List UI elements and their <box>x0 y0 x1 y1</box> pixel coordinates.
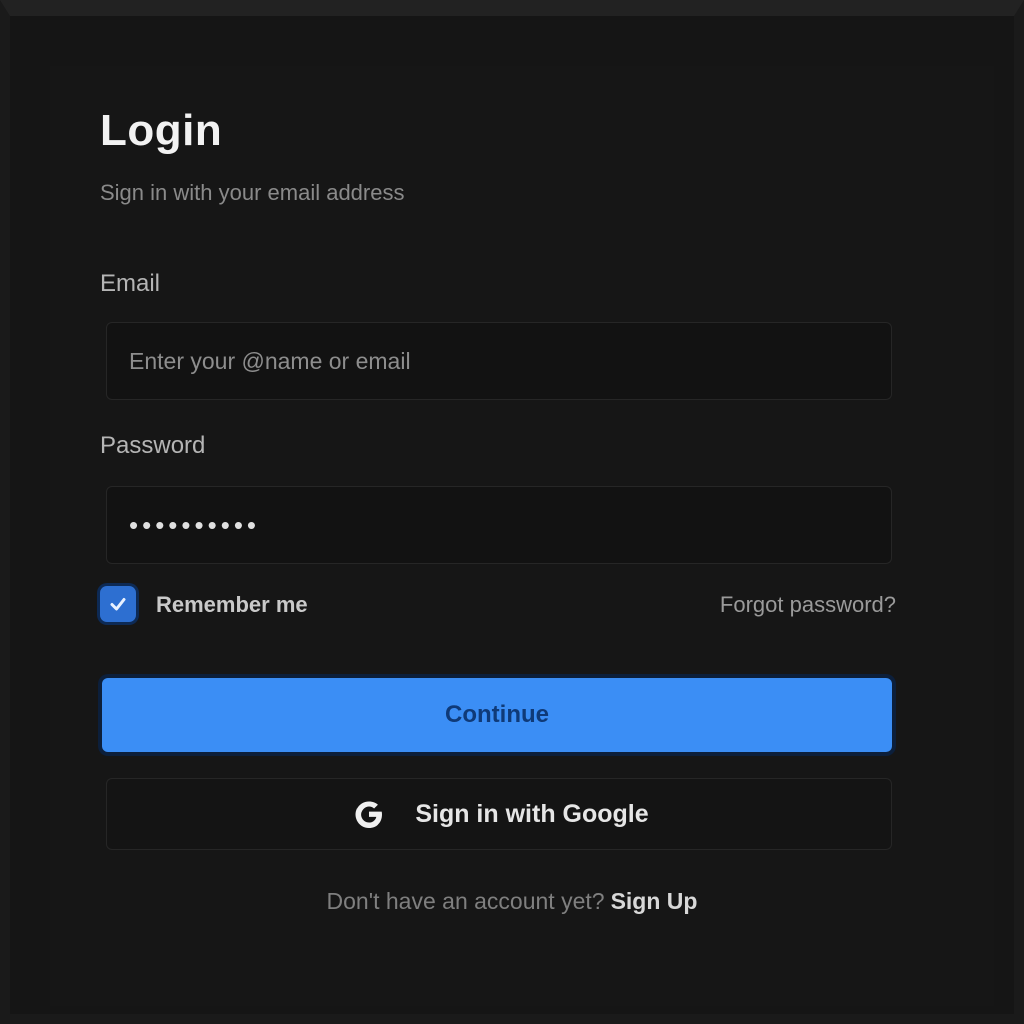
password-input[interactable] <box>106 486 892 564</box>
options-row: Remember me Forgot password? <box>100 584 896 628</box>
check-icon <box>110 598 126 611</box>
page-subtitle: Sign in with your email address <box>100 180 405 205</box>
forgot-password-link[interactable]: Forgot password? <box>720 592 896 618</box>
google-sign-in-button[interactable]: Sign in with Google <box>106 778 892 850</box>
signup-row: Don't have an account yet? Sign Up <box>0 888 1024 915</box>
signup-link[interactable]: Sign Up <box>611 888 698 914</box>
google-sign-in-label: Sign in with Google <box>415 799 649 828</box>
email-input[interactable] <box>106 322 892 400</box>
signup-prompt: Don't have an account yet? <box>326 888 605 914</box>
page-title: Login <box>100 106 223 155</box>
google-icon <box>355 801 383 828</box>
remember-me-checkbox[interactable] <box>100 586 136 622</box>
email-label: Email <box>100 270 161 297</box>
password-label: Password <box>100 432 206 459</box>
continue-button[interactable]: Continue <box>102 678 892 752</box>
remember-me-label[interactable]: Remember me <box>156 592 308 618</box>
